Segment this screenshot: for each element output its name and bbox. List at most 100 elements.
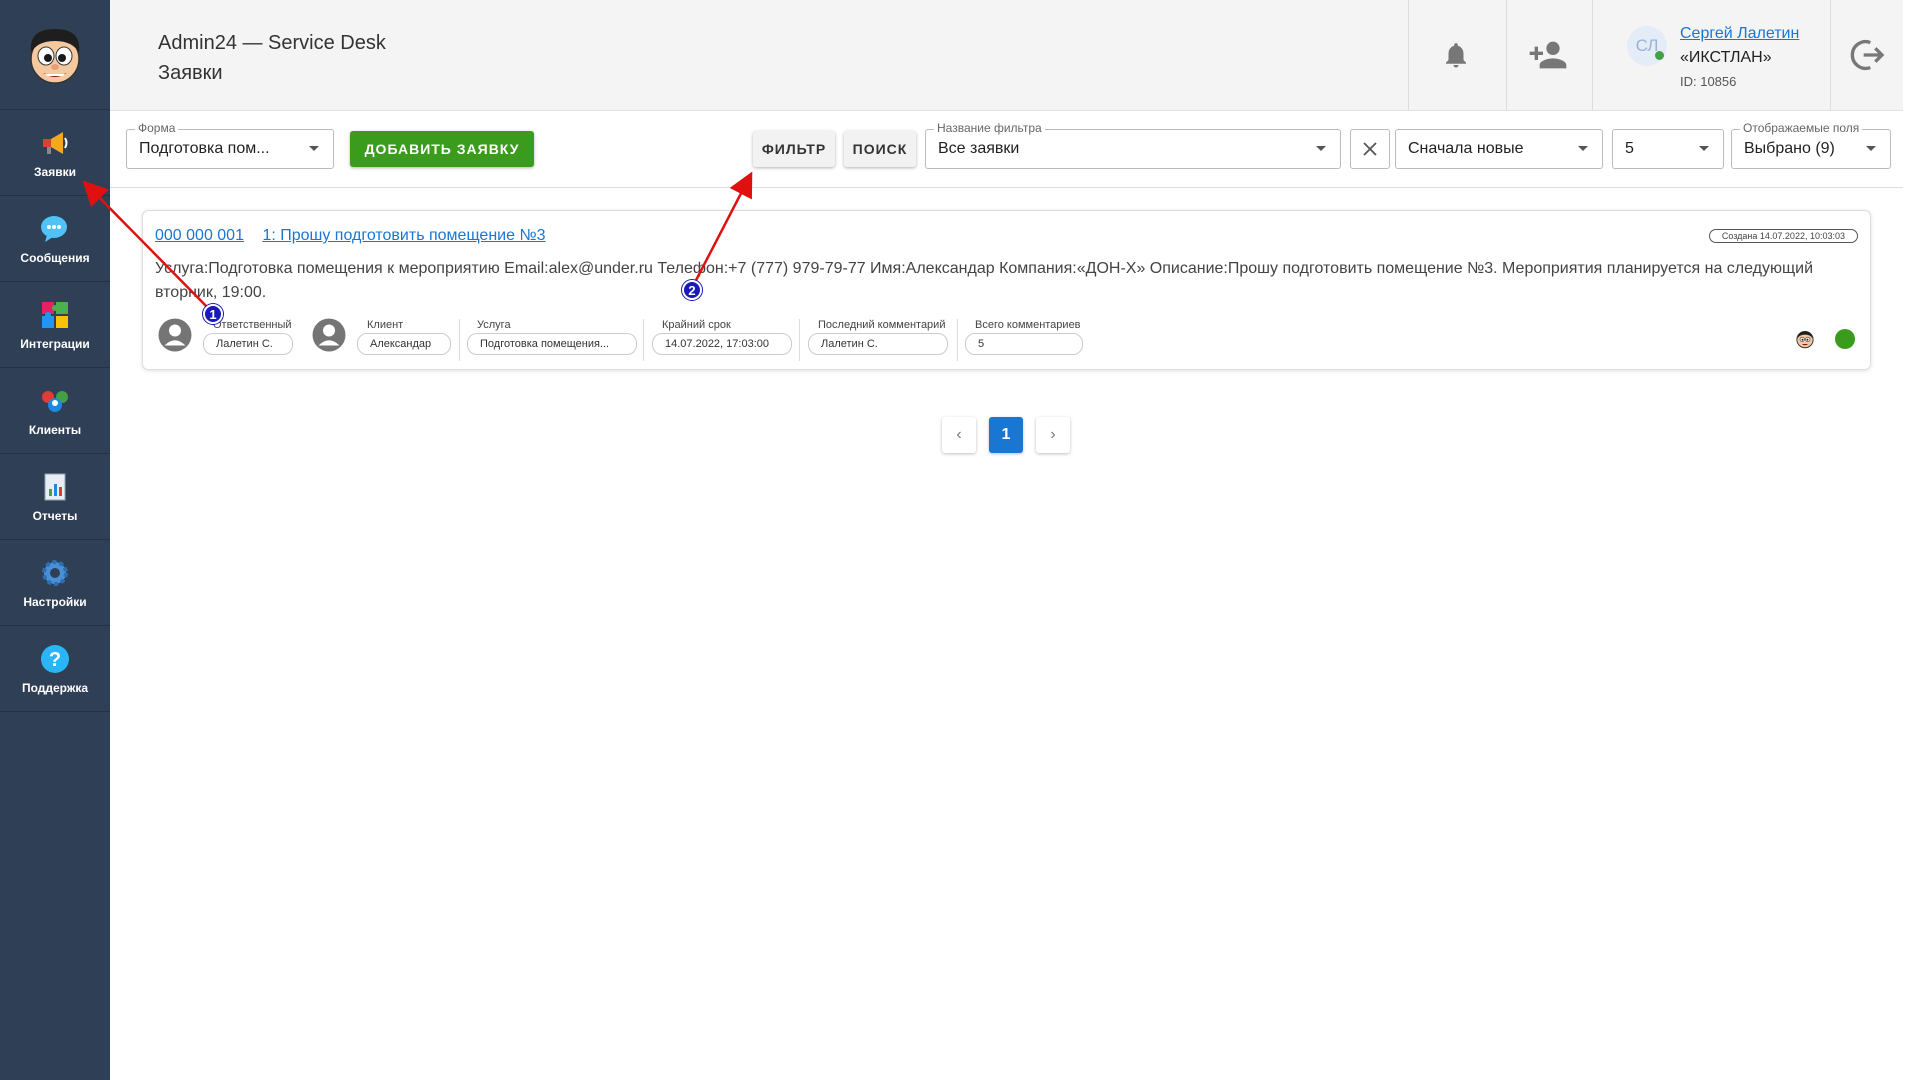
meta-label: Услуга	[477, 319, 511, 331]
ticket-card[interactable]: 000 000 001 1: Прошу подготовить помещен…	[142, 210, 1871, 370]
meta-label: Последний комментарий	[818, 319, 946, 331]
assignee-face-icon	[1796, 331, 1814, 349]
sidebar-item-label: Интеграции	[20, 336, 90, 351]
ticket-header: 000 000 001 1: Прошу подготовить помещен…	[155, 227, 546, 245]
filter-name-value: Все заявки	[938, 140, 1020, 157]
sidebar-item-label: Заявки	[34, 164, 76, 179]
form-select-value: Подготовка пом...	[139, 140, 270, 157]
meta-label: Всего комментариев	[975, 319, 1081, 331]
meta-value[interactable]: Лалетин С.	[203, 333, 293, 355]
header-titles: Admin24 — Service Desk Заявки	[158, 28, 386, 88]
meta-last-comment: Последний комментарий Лалетин С.	[808, 319, 948, 355]
status-indicator	[1835, 329, 1855, 349]
bell-icon	[1446, 43, 1466, 68]
ticket-title-link[interactable]: 1: Прошу подготовить помещение №3	[262, 227, 545, 244]
cartoon-face-logo-icon	[30, 28, 80, 84]
meta-divider	[799, 319, 800, 361]
filter-button[interactable]: ФИЛЬТР	[753, 131, 835, 167]
header-divider	[1408, 0, 1409, 110]
sidebar-item-settings[interactable]: Настройки	[0, 540, 110, 626]
ticket-description: Услуга:Подготовка помещения к мероприяти…	[155, 260, 1814, 301]
sidebar-item-label: Отчеты	[32, 508, 78, 523]
sidebar-item-tickets[interactable]: Заявки	[0, 110, 110, 196]
meta-client: Клиент Александар	[357, 319, 451, 355]
clients-icon	[42, 390, 68, 412]
filter-name-label: Название фильтра	[934, 122, 1045, 135]
fields-select-label: Отображаемые поля	[1740, 122, 1863, 135]
meta-label: Крайний срок	[662, 319, 731, 331]
logout-button[interactable]	[1842, 30, 1892, 80]
meta-value[interactable]: 5	[965, 333, 1083, 355]
header-divider	[1506, 0, 1507, 110]
logout-icon	[1850, 40, 1885, 70]
meta-value[interactable]: Лалетин С.	[808, 333, 948, 355]
meta-service: Услуга Подготовка помещения...	[467, 319, 637, 355]
chat-icon	[41, 215, 67, 242]
page-title: Заявки	[158, 62, 223, 84]
add-user-button[interactable]	[1523, 30, 1573, 80]
user-avatar[interactable]: СЛ	[1627, 26, 1667, 66]
add-user-icon	[1529, 41, 1567, 69]
meta-responsible: Ответственный Лалетин С.	[203, 319, 293, 355]
sidebar-item-label: Клиенты	[28, 422, 82, 437]
annotation-marker-1: 1	[203, 304, 223, 324]
user-info: Сергей Лалетин «ИКСТЛАН» ID: 10856	[1680, 22, 1799, 94]
logo[interactable]	[0, 0, 110, 110]
fields-select-value: Выбрано (9)	[1744, 140, 1835, 157]
meta-divider	[643, 319, 644, 361]
online-status-dot	[1655, 51, 1664, 60]
sidebar-item-clients[interactable]: Клиенты	[0, 368, 110, 454]
sidebar-item-support[interactable]: ? Поддержка	[0, 626, 110, 712]
sidebar-item-label: Поддержка	[21, 680, 89, 695]
prev-page-button[interactable]: ‹	[942, 417, 976, 453]
header-divider	[1592, 0, 1593, 110]
chevron-down-icon	[1699, 146, 1709, 151]
sidebar-item-reports[interactable]: Отчеты	[0, 454, 110, 540]
per-page-select[interactable]: 5	[1612, 129, 1724, 169]
search-button[interactable]: ПОИСК	[844, 131, 916, 167]
user-name-link[interactable]: Сергей Лалетин	[1680, 22, 1799, 46]
chevron-down-icon	[309, 146, 319, 151]
page-button-current[interactable]: 1	[989, 417, 1023, 453]
chevron-down-icon	[1316, 146, 1326, 151]
svg-text:?: ?	[49, 649, 61, 671]
per-page-value: 5	[1625, 140, 1634, 157]
fields-select[interactable]: Отображаемые поля Выбрано (9)	[1731, 122, 1891, 169]
header: Admin24 — Service Desk Заявки СЛ Сергей …	[110, 0, 1903, 111]
meta-deadline: Крайний срок 14.07.2022, 17:03:00	[652, 319, 792, 355]
meta-value[interactable]: Подготовка помещения...	[467, 333, 637, 355]
sidebar: Заявки Сообщения Интеграции Клиенты Отче…	[0, 0, 110, 1080]
megaphone-icon	[43, 131, 68, 154]
notifications-button[interactable]	[1431, 30, 1481, 80]
chevron-down-icon	[1578, 146, 1588, 151]
sidebar-item-messages[interactable]: Сообщения	[0, 196, 110, 282]
meta-divider	[459, 319, 460, 361]
user-id: ID: 10856	[1680, 74, 1737, 89]
gear-icon	[42, 559, 68, 586]
form-select[interactable]: Форма Подготовка пом...	[126, 122, 334, 169]
annotation-marker-2: 2	[682, 280, 702, 300]
meta-value[interactable]: Александар	[357, 333, 451, 355]
add-ticket-button[interactable]: ДОБАВИТЬ ЗАЯВКУ	[350, 131, 534, 167]
sidebar-item-label: Настройки	[23, 594, 87, 609]
meta-divider	[957, 319, 958, 361]
responsible-avatar-icon	[158, 318, 192, 352]
sort-select[interactable]: Сначала новые	[1395, 129, 1603, 169]
meta-label: Клиент	[367, 319, 404, 331]
header-divider	[1830, 0, 1831, 110]
ticket-number-link[interactable]: 000 000 001	[155, 227, 244, 244]
report-icon	[44, 473, 66, 500]
client-avatar-icon	[312, 318, 346, 352]
app-title: Admin24 — Service Desk	[158, 32, 386, 54]
form-select-label: Форма	[135, 122, 179, 135]
clear-filter-button[interactable]	[1350, 129, 1390, 169]
sidebar-item-label: Сообщения	[20, 250, 90, 265]
next-page-button[interactable]: ›	[1036, 417, 1070, 453]
sidebar-item-integrations[interactable]: Интеграции	[0, 282, 110, 368]
meta-value[interactable]: 14.07.2022, 17:03:00	[652, 333, 792, 355]
close-icon	[1363, 142, 1377, 156]
toolbar: Форма Подготовка пом... ДОБАВИТЬ ЗАЯВКУ …	[110, 111, 1903, 188]
meta-total-comments: Всего комментариев 5	[965, 319, 1083, 355]
filter-name-select[interactable]: Название фильтра Все заявки	[925, 122, 1341, 169]
chevron-down-icon	[1866, 146, 1876, 151]
